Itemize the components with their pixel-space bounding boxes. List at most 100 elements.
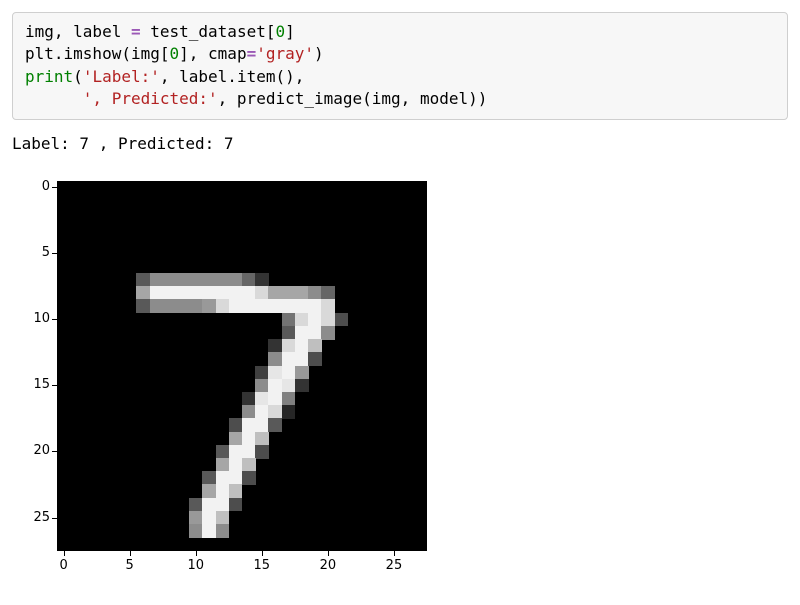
pixel xyxy=(308,313,322,327)
pixel xyxy=(321,299,335,313)
pixel xyxy=(229,299,243,313)
pixel xyxy=(268,286,282,300)
x-tick-label: 15 xyxy=(254,558,271,573)
pixel xyxy=(163,273,177,287)
pixel xyxy=(268,405,282,419)
pixel xyxy=(216,511,230,525)
x-tick-mark xyxy=(196,551,197,556)
code-cell: img, label = test_dataset[0] plt.imshow(… xyxy=(12,12,788,120)
y-tick-label: 15 xyxy=(12,377,50,392)
y-tick-mark xyxy=(52,253,57,254)
pixel xyxy=(150,286,164,300)
pixel xyxy=(242,286,256,300)
pixel xyxy=(295,286,309,300)
pixel xyxy=(242,458,256,472)
pixel xyxy=(176,299,190,313)
pixel xyxy=(229,445,243,459)
pixel xyxy=(189,511,203,525)
pixel xyxy=(295,299,309,313)
pixel xyxy=(295,339,309,353)
pixel xyxy=(242,273,256,287)
pixel xyxy=(229,471,243,485)
pixel xyxy=(242,432,256,446)
pixel xyxy=(255,405,269,419)
pixel xyxy=(136,299,150,313)
x-tick-mark xyxy=(64,551,65,556)
pixel xyxy=(295,326,309,340)
pixel xyxy=(255,273,269,287)
pixel xyxy=(242,405,256,419)
pixel xyxy=(282,339,296,353)
pixel xyxy=(229,484,243,498)
x-tick-label: 5 xyxy=(126,558,134,573)
pixel xyxy=(229,273,243,287)
pixel xyxy=(242,299,256,313)
pixel xyxy=(202,471,216,485)
pixel xyxy=(202,273,216,287)
pixel xyxy=(136,286,150,300)
pixel xyxy=(202,286,216,300)
x-tick-label: 0 xyxy=(59,558,67,573)
pixel xyxy=(335,313,349,327)
pixel xyxy=(202,498,216,512)
pixel xyxy=(255,379,269,393)
pixel xyxy=(268,352,282,366)
code-line-1: img, label = test_dataset[0] xyxy=(25,22,295,41)
pixel xyxy=(282,352,296,366)
pixel xyxy=(229,286,243,300)
pixel xyxy=(163,299,177,313)
pixel xyxy=(295,379,309,393)
pixel xyxy=(216,286,230,300)
pixel xyxy=(202,299,216,313)
x-tick-mark xyxy=(328,551,329,556)
x-tick-mark xyxy=(130,551,131,556)
pixel xyxy=(242,471,256,485)
code-line-4: ', Predicted:', predict_image(img, model… xyxy=(25,89,487,108)
plot-heatmap xyxy=(57,181,427,551)
pixel xyxy=(255,445,269,459)
y-tick-label: 25 xyxy=(12,510,50,525)
pixel xyxy=(216,524,230,538)
pixel xyxy=(308,299,322,313)
y-tick-label: 0 xyxy=(12,179,50,194)
pixel xyxy=(255,286,269,300)
pixel xyxy=(268,366,282,380)
y-tick-mark xyxy=(52,451,57,452)
pixel xyxy=(321,326,335,340)
pixel xyxy=(282,366,296,380)
pixel xyxy=(282,392,296,406)
pixel xyxy=(282,379,296,393)
pixel xyxy=(268,392,282,406)
pixel xyxy=(242,445,256,459)
y-tick-mark xyxy=(52,187,57,188)
pixel xyxy=(189,498,203,512)
pixel xyxy=(308,339,322,353)
y-tick-mark xyxy=(52,319,57,320)
x-tick-label: 25 xyxy=(386,558,403,573)
y-tick-label: 5 xyxy=(12,245,50,260)
pixel xyxy=(189,299,203,313)
pixel xyxy=(282,405,296,419)
pixel xyxy=(216,484,230,498)
pixel xyxy=(242,392,256,406)
x-tick-mark xyxy=(262,551,263,556)
pixel xyxy=(216,471,230,485)
pixel xyxy=(202,511,216,525)
pixel xyxy=(176,286,190,300)
pixel xyxy=(202,524,216,538)
pixel xyxy=(229,432,243,446)
pixel xyxy=(216,273,230,287)
pixel xyxy=(321,286,335,300)
y-tick-mark xyxy=(52,385,57,386)
y-tick-label: 10 xyxy=(12,311,50,326)
y-tick-label: 20 xyxy=(12,443,50,458)
pixel xyxy=(202,484,216,498)
y-tick-mark xyxy=(52,518,57,519)
pixel xyxy=(216,299,230,313)
output-text: Label: 7 , Predicted: 7 xyxy=(12,134,788,153)
pixel xyxy=(189,273,203,287)
pixel xyxy=(295,366,309,380)
pixel xyxy=(242,418,256,432)
pixel xyxy=(150,299,164,313)
pixel xyxy=(176,273,190,287)
